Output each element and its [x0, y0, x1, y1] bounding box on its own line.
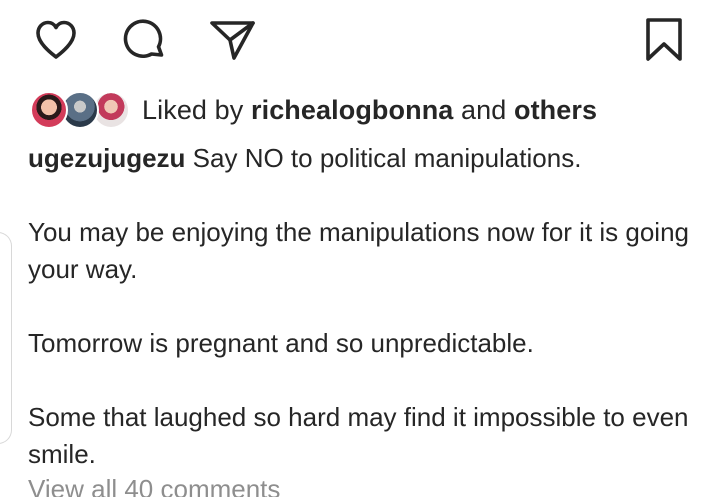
- caption-paragraph: Tomorrow is pregnant and so unpredictabl…: [28, 328, 534, 358]
- caption-username[interactable]: ugezujugezu: [28, 143, 185, 173]
- likes-text: Liked by richealogbonna and others: [142, 95, 597, 126]
- caption-paragraph: You may be enjoying the manipulations no…: [28, 217, 690, 284]
- bookmark-icon: [646, 18, 682, 61]
- comment-bubble-icon: [123, 19, 164, 58]
- paper-plane-icon: [210, 21, 255, 60]
- caption-paragraph: Some that laughed so hard may find it im…: [28, 402, 689, 469]
- avatar: [30, 91, 68, 129]
- likes-summary[interactable]: Liked by richealogbonna and others: [30, 88, 597, 132]
- post-action-bar: [0, 14, 720, 66]
- likes-prefix: Liked by: [142, 94, 244, 125]
- likes-conjunction: and: [461, 94, 507, 125]
- liker-avatars: [30, 89, 130, 131]
- comment-button[interactable]: [118, 14, 170, 66]
- side-sheet-edge: [0, 232, 12, 444]
- save-button[interactable]: [638, 14, 690, 66]
- heart-icon: [36, 20, 76, 59]
- liker-username-link[interactable]: richealogbonna: [251, 95, 453, 125]
- share-button[interactable]: [206, 14, 258, 66]
- like-button[interactable]: [30, 14, 82, 66]
- likes-others-link[interactable]: others: [514, 95, 597, 125]
- caption-first-line: ugezujugezu Say NO to political manipula…: [28, 140, 698, 177]
- caption-text: Say NO to political manipulations.: [192, 143, 582, 173]
- view-all-comments-link[interactable]: View all 40 comments: [28, 474, 280, 497]
- post-caption: ugezujugezu Say NO to political manipula…: [28, 140, 698, 473]
